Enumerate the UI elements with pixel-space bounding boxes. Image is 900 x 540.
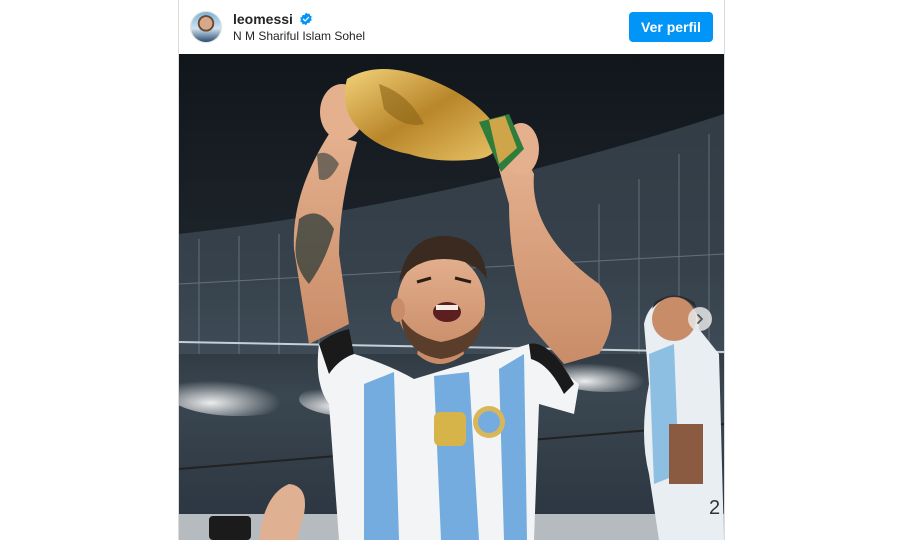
chevron-right-icon bbox=[697, 314, 703, 324]
avatar[interactable] bbox=[191, 12, 221, 42]
next-photo-button[interactable] bbox=[688, 307, 712, 331]
username-row: leomessi bbox=[233, 11, 313, 27]
instagram-embed-post: leomessi N M Shariful Islam Sohel Ver pe… bbox=[178, 0, 725, 540]
username[interactable]: leomessi bbox=[233, 11, 293, 27]
verified-badge-icon bbox=[300, 12, 312, 26]
jersey-number: 2 bbox=[709, 497, 720, 519]
photo-illustration: 2 bbox=[179, 54, 724, 540]
location-subtitle[interactable]: N M Shariful Islam Sohel bbox=[233, 29, 365, 43]
post-header: leomessi N M Shariful Islam Sohel Ver pe… bbox=[179, 0, 724, 54]
post-photo[interactable]: 2 bbox=[179, 54, 724, 540]
view-profile-button[interactable]: Ver perfil bbox=[629, 12, 713, 42]
